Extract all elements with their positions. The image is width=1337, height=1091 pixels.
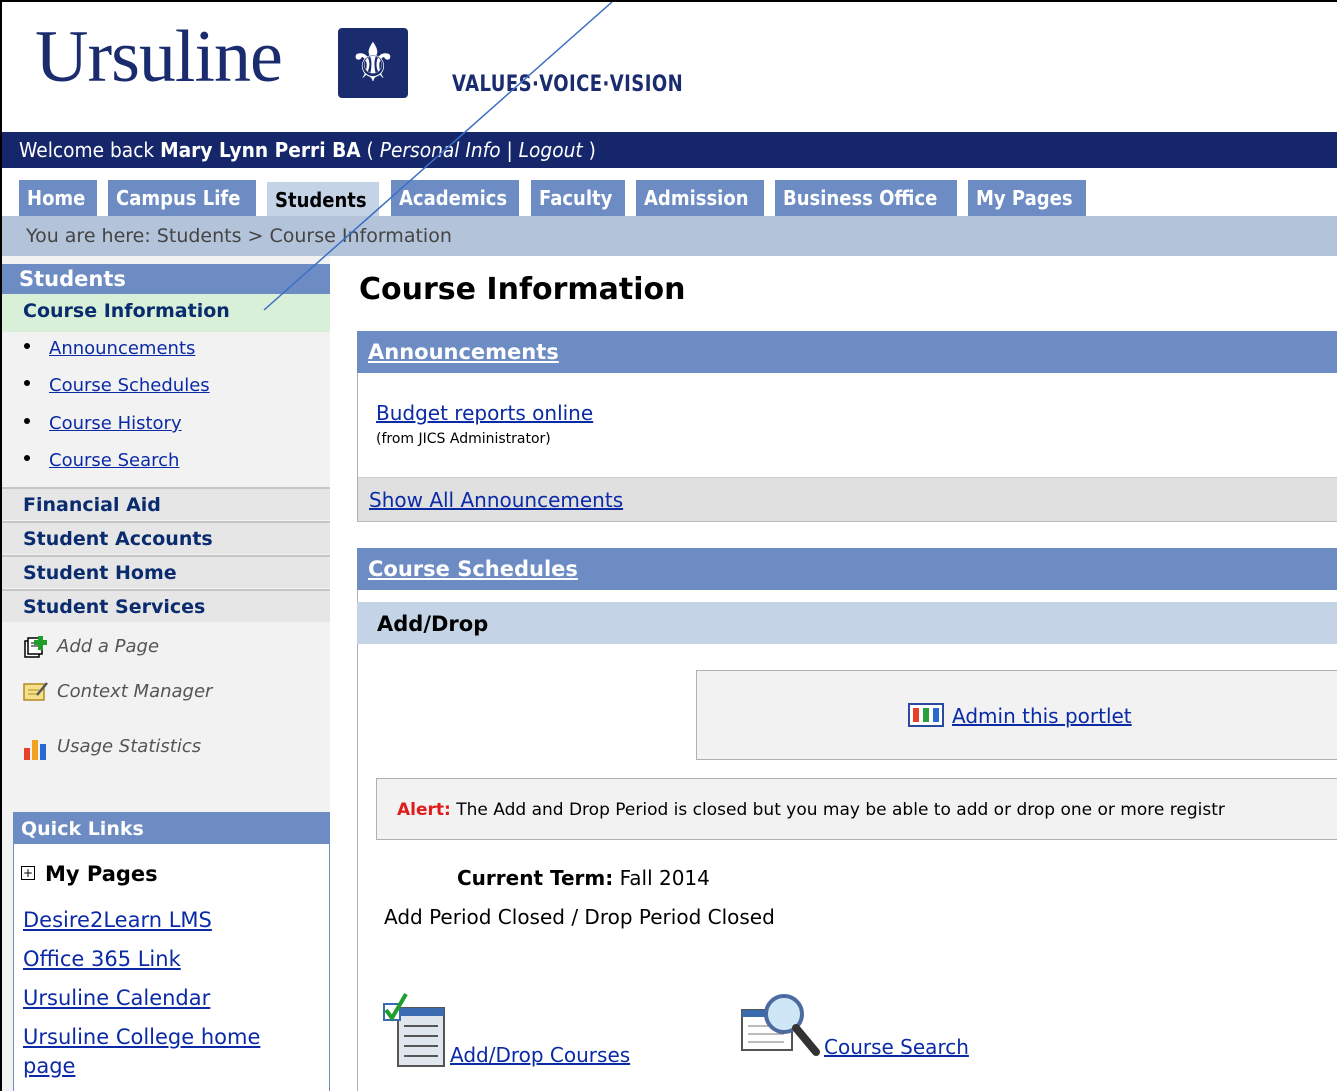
admin-portlet-link[interactable]: Admin this portlet — [908, 702, 1132, 730]
checklist-icon — [380, 990, 450, 1075]
tool-label: Add a Page — [57, 636, 160, 657]
announcement-item-link[interactable]: Budget reports online — [376, 401, 593, 425]
bullet-icon — [24, 418, 30, 424]
portal-page: Ursuline ⚜ VALUES·VOICE·VISION Welcome b… — [0, 0, 1337, 1091]
tab-label: Students — [275, 188, 367, 212]
tab-label: Academics — [399, 186, 508, 210]
my-pages-label: My Pages — [45, 862, 158, 886]
sidebar-section-student-accounts[interactable]: Student Accounts — [2, 521, 330, 554]
bullet-icon — [24, 455, 30, 461]
context-manager-link[interactable]: Context Manager — [23, 681, 212, 703]
tab-my-pages[interactable]: My Pages — [968, 180, 1086, 216]
sidebar-link[interactable]: Course Search — [49, 450, 179, 471]
fleur-de-lis-icon: ⚜ — [338, 28, 408, 98]
magnifier-icon — [740, 992, 824, 1065]
welcome-prefix: Welcome back — [19, 138, 161, 162]
bullet-icon — [24, 380, 30, 386]
sidebar-item-course-schedules[interactable]: Course Schedules — [24, 375, 210, 396]
separator: | — [500, 138, 519, 162]
sidebar-current-page[interactable]: Course Information — [2, 294, 330, 332]
quick-links-title: Quick Links — [13, 812, 330, 844]
tab-home[interactable]: Home — [19, 180, 97, 216]
sidebar-link[interactable]: Course Schedules — [49, 375, 210, 396]
sidebar-link[interactable]: Announcements — [49, 338, 195, 359]
sidebar-section-financial-aid[interactable]: Financial Aid — [2, 487, 330, 520]
sidebar-item-announcements[interactable]: Announcements — [24, 338, 195, 359]
breadcrumb: You are here: Students > Course Informat… — [2, 216, 1337, 256]
term-label: Current Term: — [457, 866, 614, 890]
add-page-icon — [23, 636, 47, 658]
show-all-announcements-bar: Show All Announcements — [357, 477, 1337, 522]
usage-statistics-icon — [23, 736, 47, 760]
show-all-announcements-link[interactable]: Show All Announcements — [369, 488, 623, 512]
alert-box: Alert: The Add and Drop Period is closed… — [376, 778, 1337, 840]
course-schedules-portlet-header: Course Schedules — [357, 548, 1337, 590]
welcome-bar: Welcome back Mary Lynn Perri BA ( Person… — [2, 132, 1337, 168]
personal-info-link[interactable]: Personal Info — [380, 138, 501, 162]
quick-link-ursuline-calendar[interactable]: Ursuline Calendar — [23, 986, 210, 1010]
tab-business-office[interactable]: Business Office — [775, 180, 957, 216]
course-schedules-heading-link[interactable]: Course Schedules — [368, 557, 578, 581]
tab-label: Home — [27, 186, 86, 210]
add-a-page-link[interactable]: Add a Page — [23, 636, 159, 658]
quick-link-college-home[interactable]: Ursuline College home — [23, 1025, 260, 1049]
sidebar-item-course-search[interactable]: Course Search — [24, 450, 179, 471]
current-term: Current Term: Fall 2014 — [457, 866, 710, 890]
tool-label: Usage Statistics — [57, 736, 202, 757]
logout-link[interactable]: Logout — [519, 138, 583, 162]
quick-link-desire2learn[interactable]: Desire2Learn LMS — [23, 908, 212, 932]
announcement-source: (from JICS Administrator) — [376, 431, 551, 447]
course-search-link[interactable]: Course Search — [740, 992, 969, 1065]
add-drop-link-text[interactable]: Add/Drop Courses — [450, 1043, 630, 1067]
period-status: Add Period Closed / Drop Period Closed — [384, 905, 775, 929]
alert-text: The Add and Drop Period is closed but yo… — [450, 800, 1225, 820]
logo-text[interactable]: Ursuline — [35, 20, 283, 94]
quick-link-office365[interactable]: Office 365 Link — [23, 947, 181, 971]
tab-students[interactable]: Students — [267, 182, 379, 218]
sidebar-section-student-home[interactable]: Student Home — [2, 555, 330, 588]
add-drop-courses-link[interactable]: Add/Drop Courses — [380, 990, 630, 1075]
sidebar-item-course-history[interactable]: Course History — [24, 413, 182, 434]
tab-label: Faculty — [539, 186, 613, 210]
logo-bar: Ursuline ⚜ VALUES·VOICE·VISION — [2, 2, 1337, 132]
add-drop-subheading: Add/Drop — [357, 602, 1337, 644]
sidebar-title[interactable]: Students — [2, 264, 330, 294]
tab-label: Campus Life — [116, 186, 241, 210]
user-name: Mary Lynn Perri BA — [160, 138, 361, 162]
context-manager-icon — [23, 681, 48, 703]
paren-close: ) — [582, 138, 596, 162]
tab-label: Business Office — [783, 186, 938, 210]
sidebar-section-student-services[interactable]: Student Services — [2, 589, 330, 622]
tab-label: Admission — [644, 186, 749, 210]
page-title: Course Information — [359, 272, 686, 307]
my-pages-toggle[interactable]: + My Pages — [21, 862, 158, 886]
admin-link-text[interactable]: Admin this portlet — [952, 704, 1132, 728]
announcements-heading-link[interactable]: Announcements — [368, 340, 559, 364]
tab-label: My Pages — [976, 186, 1073, 210]
tool-label: Context Manager — [57, 681, 213, 702]
expand-icon[interactable]: + — [21, 866, 35, 880]
quick-link-college-home-cont[interactable]: page — [23, 1054, 75, 1078]
admin-grid-icon — [908, 702, 944, 727]
bullet-icon — [24, 343, 30, 349]
course-search-link-text[interactable]: Course Search — [824, 1035, 969, 1059]
sidebar-link[interactable]: Course History — [49, 413, 182, 434]
tagline: VALUES·VOICE·VISION — [452, 72, 684, 97]
tab-admission[interactable]: Admission — [636, 180, 764, 216]
alert-label: Alert: — [397, 800, 451, 820]
term-value: Fall 2014 — [613, 866, 710, 890]
usage-statistics-link[interactable]: Usage Statistics — [23, 736, 202, 760]
tab-campus-life[interactable]: Campus Life — [108, 180, 256, 216]
announcements-portlet-header: Announcements — [357, 331, 1337, 373]
announcements-body — [357, 373, 1337, 477]
paren-open: ( — [360, 138, 380, 162]
tab-academics[interactable]: Academics — [391, 180, 519, 216]
tab-faculty[interactable]: Faculty — [531, 180, 625, 216]
